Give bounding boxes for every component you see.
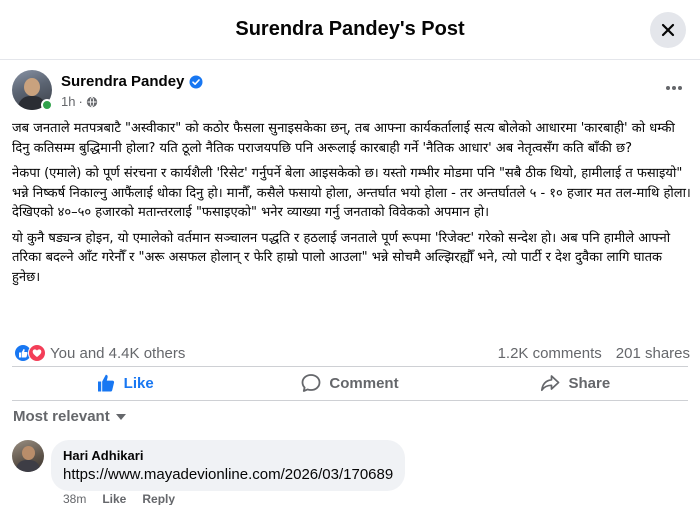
author-name[interactable]: Surendra Pandey (61, 73, 184, 90)
reactions-summary[interactable]: You and 4.4K others (14, 344, 185, 362)
comment-meta: 38m Like Reply (63, 492, 175, 505)
comment-like-link[interactable]: Like (102, 492, 126, 505)
post-header: Surendra Pandey 1h · (12, 70, 688, 114)
reactions-bar: You and 4.4K others 1.2K comments 201 sh… (14, 342, 690, 364)
post-dialog-header: Surendra Pandey's Post (0, 0, 700, 60)
like-button[interactable]: Like (12, 367, 237, 399)
dialog-title: Surendra Pandey's Post (235, 18, 465, 40)
divider (12, 400, 688, 401)
author-name-row: Surendra Pandey (61, 73, 203, 90)
post-paragraph: नेकपा (एमाले) को पूर्ण संरचना र कार्यशैल… (12, 166, 691, 220)
reactions-count-text: You and 4.4K others (50, 344, 186, 362)
commenter-avatar[interactable] (12, 440, 44, 472)
post-actions: Like Comment Share (12, 367, 688, 399)
comment-bubble: Hari Adhikari https://www.mayadevionline… (51, 440, 406, 491)
share-button[interactable]: Share (463, 367, 688, 399)
comment-time[interactable]: 38m (63, 492, 86, 505)
post-text: जब जनताले मतपत्रबाटै "अस्वीकार" को कठोर … (12, 119, 692, 293)
verified-badge-icon (189, 75, 203, 88)
sort-label: Most relevant (13, 408, 110, 425)
meta-separator: · (78, 94, 83, 109)
comment-button[interactable]: Comment (237, 367, 462, 399)
comment-label: Comment (329, 374, 399, 392)
comments-count[interactable]: 1.2K comments (498, 345, 602, 362)
thumbs-up-icon (97, 374, 114, 392)
caret-down-icon (115, 413, 126, 420)
post-meta: 1h · (61, 94, 98, 109)
more-options-button[interactable] (664, 78, 684, 98)
post-time[interactable]: 1h (61, 94, 75, 109)
shares-count[interactable]: 201 shares (616, 345, 690, 362)
post-paragraph: यो कुनै षड्यन्त्र होइन, यो एमालेको वर्तम… (12, 230, 671, 285)
comment-text[interactable]: https://www.mayadevionline.com/2026/03/1… (63, 466, 393, 483)
globe-icon (86, 95, 98, 108)
like-label: Like (123, 374, 154, 392)
comment-reply-link[interactable]: Reply (142, 492, 175, 505)
share-icon (541, 375, 560, 392)
love-icon (28, 344, 46, 362)
comment-sort-dropdown[interactable]: Most relevant (13, 408, 126, 425)
comment-icon (302, 374, 321, 392)
share-label: Share (568, 374, 611, 392)
close-button[interactable] (650, 12, 686, 48)
more-horizontal-icon (666, 86, 682, 90)
commenter-name[interactable]: Hari Adhikari (63, 448, 393, 463)
close-icon (661, 23, 675, 37)
online-status-dot (41, 99, 53, 111)
post-paragraph: जब जनताले मतपत्रबाटै "अस्वीकार" को कठोर … (12, 121, 675, 156)
